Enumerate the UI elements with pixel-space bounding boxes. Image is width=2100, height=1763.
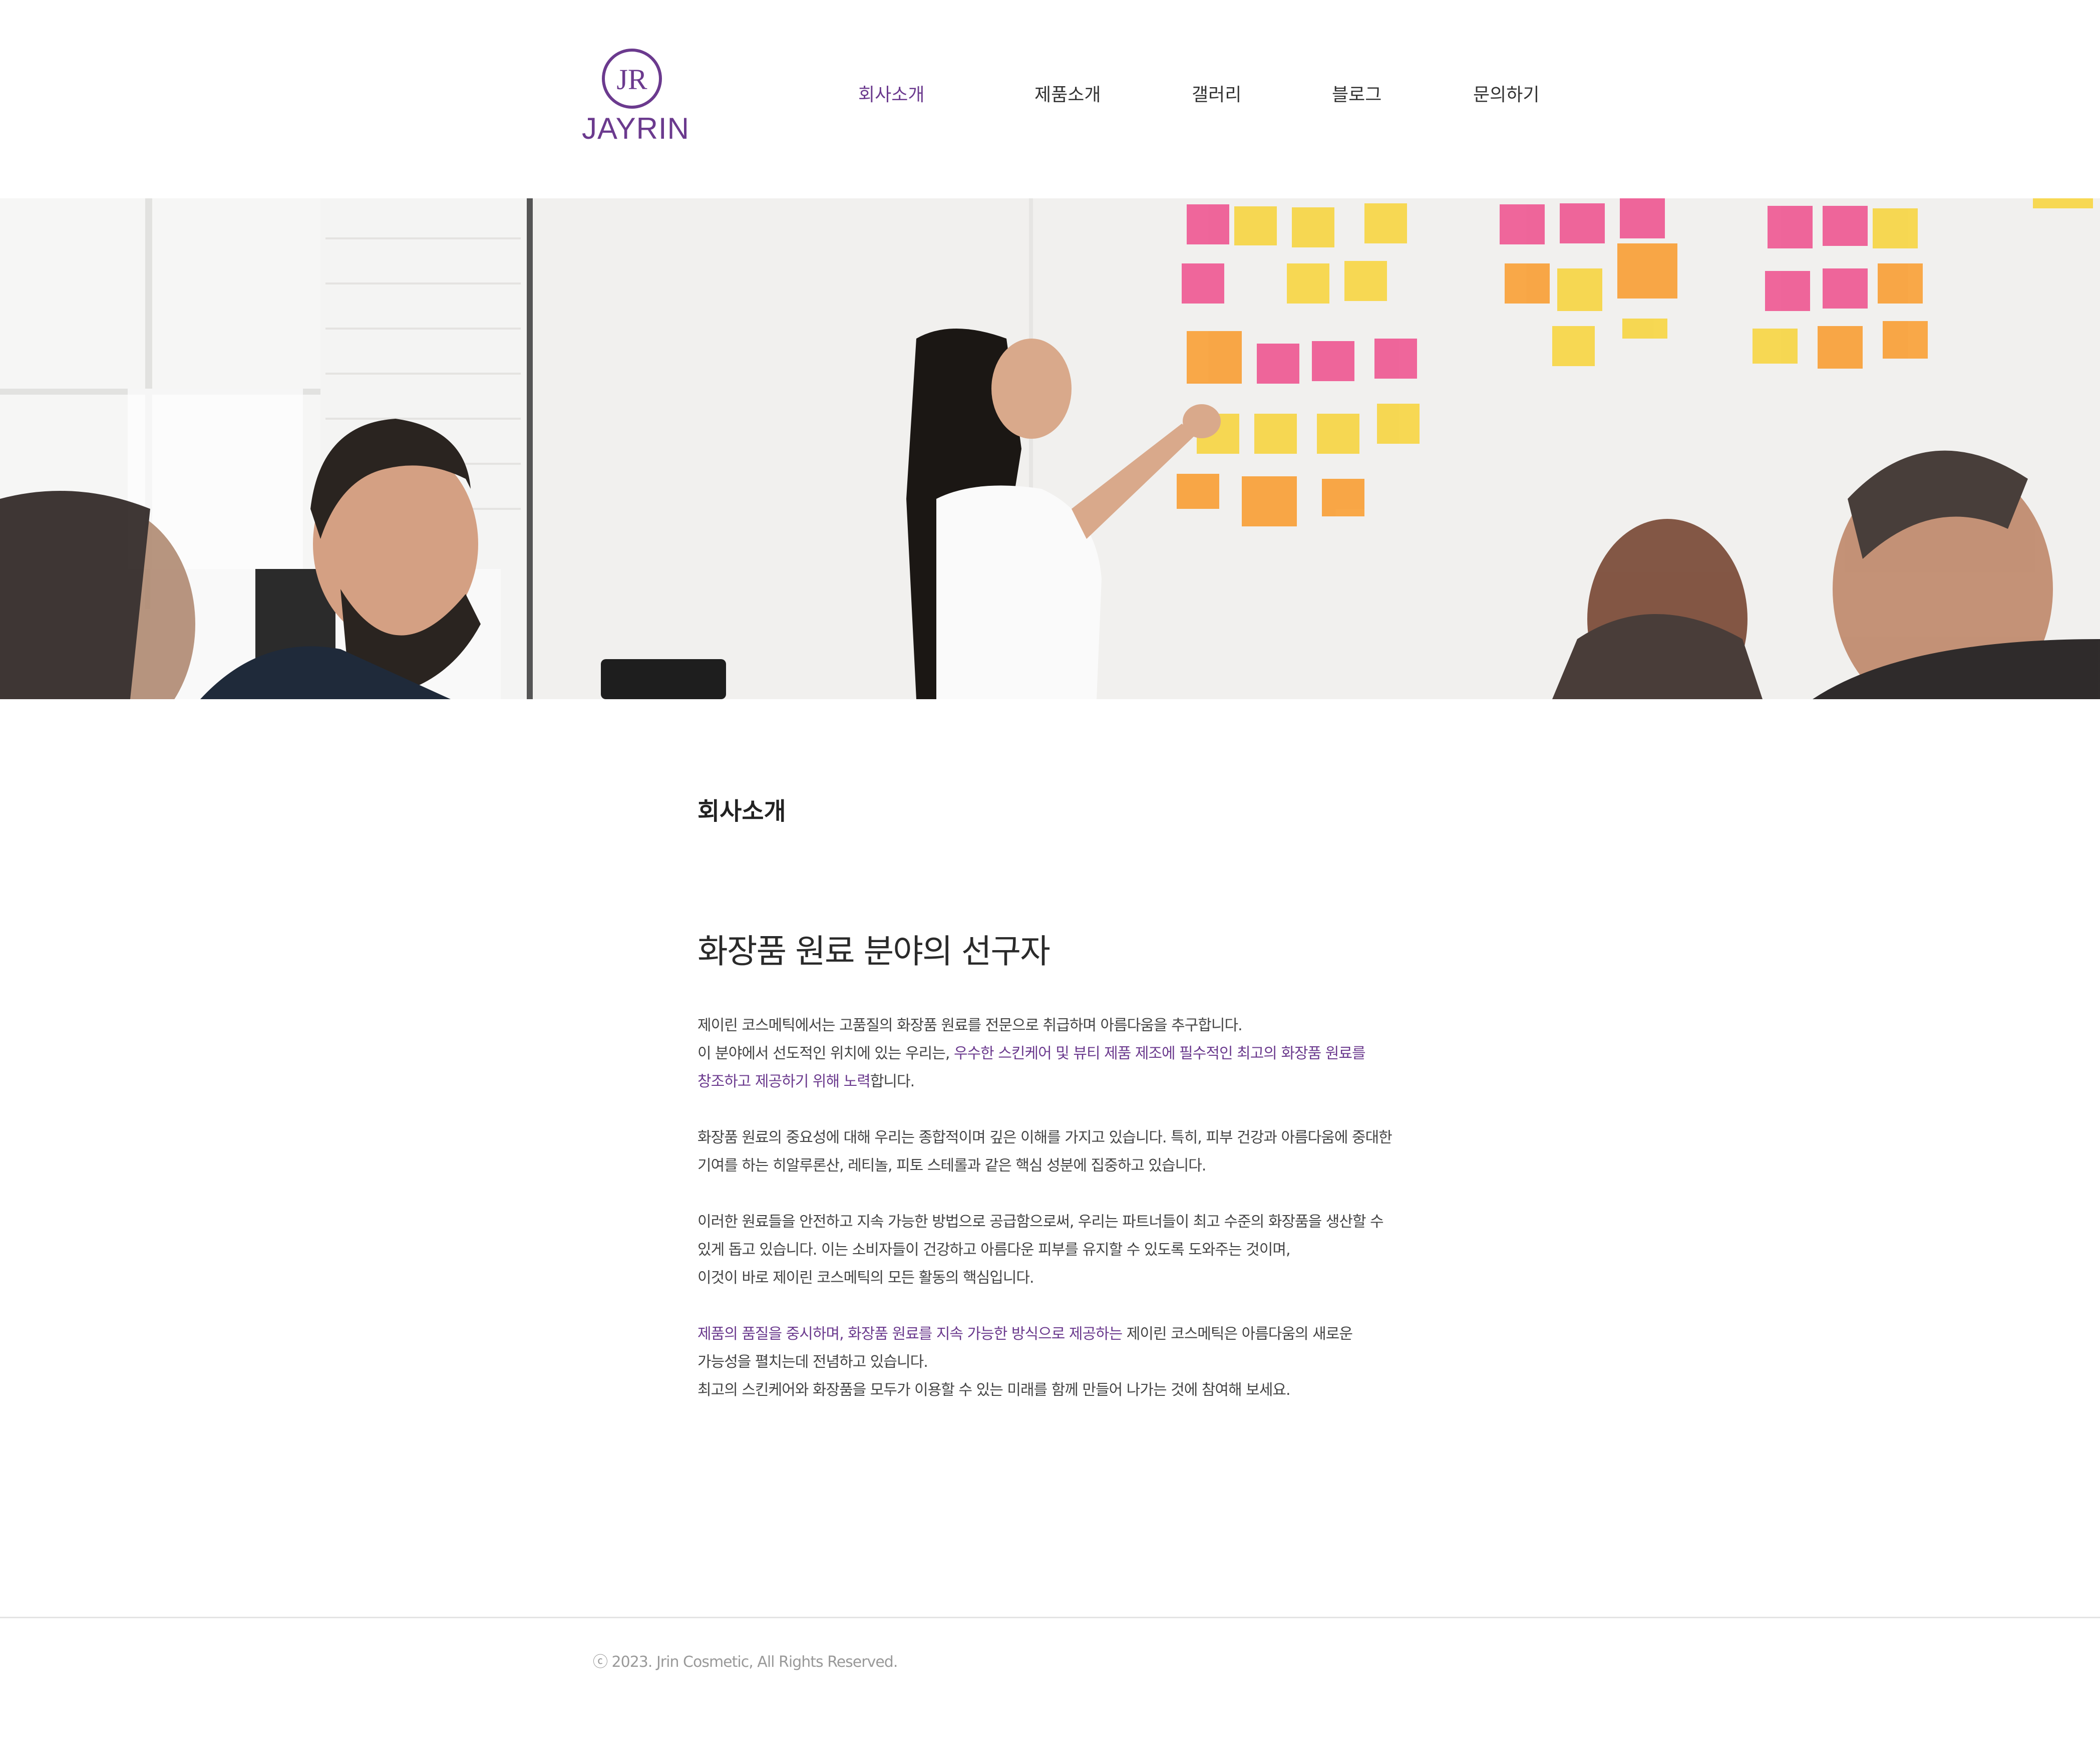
hero-image [0,198,2100,699]
nav-item-contact[interactable]: 문의하기 [1473,80,1539,106]
page: JR JAYRIN 회사소개 제품소개 갤러리 블로그 문의하기 회사소개 화장… [0,0,2100,1763]
logo-text: JAYRIN [582,112,689,145]
about-body: 제이린 코스메틱에서는 고품질의 화장품 원료를 전문으로 취급하며 아름다움을… [697,1012,1409,1432]
about-paragraph: 제품의 품질을 중시하며, 화장품 원료를 지속 가능한 방식으로 제공하는 제… [697,1320,1409,1404]
paragraph-line: 가능성을 펼치는데 전념하고 있습니다. [697,1348,1409,1376]
meeting-photo-illustration [0,198,2100,699]
paragraph-line: 화장품 원료의 중요성에 대해 우리는 종합적이며 깊은 이해를 가지고 있습니… [697,1124,1409,1152]
about-section: 회사소개 화장품 원료 분야의 선구자 제이린 코스메틱에서는 고품질의 화장품… [697,791,1409,1399]
paragraph-line: 기여를 하는 히알루론산, 레티놀, 피토 스테롤과 같은 핵심 성분에 집중하… [697,1152,1409,1180]
line-text: 합니다. [870,1073,915,1090]
paragraph-line: 제이린 코스메틱에서는 고품질의 화장품 원료를 전문으로 취급하며 아름다움을… [697,1012,1409,1040]
paragraph-line: 있게 돕고 있습니다. 이는 소비자들이 건강하고 아름다운 피부를 유지할 수… [697,1236,1409,1264]
highlighted-text: 제품의 품질을 중시하며, 화장품 원료를 지속 가능한 방식으로 제공하는 [697,1325,1123,1343]
paragraph-line: 이 분야에서 선도적인 위치에 있는 우리는, 우수한 스킨케어 및 뷰티 제품… [697,1040,1409,1068]
paragraph-line: 이것이 바로 제이린 코스메틱의 모든 활동의 핵심입니다. [697,1264,1409,1292]
paragraph-line: 창조하고 제공하기 위해 노력합니다. [697,1068,1409,1096]
paragraph-line: 제품의 품질을 중시하며, 화장품 원료를 지속 가능한 방식으로 제공하는 제… [697,1320,1409,1348]
about-paragraph: 화장품 원료의 중요성에 대해 우리는 종합적이며 깊은 이해를 가지고 있습니… [697,1124,1409,1180]
line-text: 기여를 하는 히알루론산, 레티놀, 피토 스테롤과 같은 핵심 성분에 집중하… [697,1157,1206,1174]
footer-divider [0,1617,2100,1618]
line-text: 이것이 바로 제이린 코스메틱의 모든 활동의 핵심입니다. [697,1269,1034,1287]
copyright-notice: ⓒ 2023. Jrin Cosmetic, All Rights Reserv… [593,1649,898,1671]
line-text: 이러한 원료들을 안전하고 지속 가능한 방법으로 공급함으로써, 우리는 파트… [697,1213,1384,1231]
copyright-icon: ⓒ [593,1653,608,1671]
nav-item-products[interactable]: 제품소개 [1034,80,1101,106]
line-text: 제이린 코스메틱은 아름다움의 새로운 [1122,1325,1353,1343]
page-headline: 화장품 원료 분야의 선구자 [697,932,1051,971]
about-paragraph: 제이린 코스메틱에서는 고품질의 화장품 원료를 전문으로 취급하며 아름다움을… [697,1012,1409,1096]
nav-item-blog[interactable]: 블로그 [1332,80,1381,106]
paragraph-line: 이러한 원료들을 안전하고 지속 가능한 방법으로 공급함으로써, 우리는 파트… [697,1208,1409,1236]
about-paragraph: 이러한 원료들을 안전하고 지속 가능한 방법으로 공급함으로써, 우리는 파트… [697,1208,1409,1292]
main-nav: 회사소개 제품소개 갤러리 블로그 문의하기 [0,80,2100,115]
nav-item-company[interactable]: 회사소개 [858,80,924,106]
line-text: 있게 돕고 있습니다. 이는 소비자들이 건강하고 아름다운 피부를 유지할 수… [697,1241,1291,1259]
line-text: 화장품 원료의 중요성에 대해 우리는 종합적이며 깊은 이해를 가지고 있습니… [697,1129,1392,1146]
section-label: 회사소개 [697,797,786,825]
highlighted-text: 우수한 스킨케어 및 뷰티 제품 제조에 필수적인 최고의 화장품 원료를 [953,1045,1366,1062]
line-text: 가능성을 펼치는데 전념하고 있습니다. [697,1353,928,1371]
site-header: JR JAYRIN 회사소개 제품소개 갤러리 블로그 문의하기 [0,0,2100,198]
line-text: 이 분야에서 선도적인 위치에 있는 우리는, [697,1045,954,1062]
line-text: 제이린 코스메틱에서는 고품질의 화장품 원료를 전문으로 취급하며 아름다움을… [697,1017,1243,1034]
copyright-text: 2023. Jrin Cosmetic, All Rights Reserved… [607,1653,898,1671]
highlighted-text: 창조하고 제공하기 위해 노력 [697,1073,871,1090]
nav-item-gallery[interactable]: 갤러리 [1192,80,1241,106]
paragraph-line: 최고의 스킨케어와 화장품을 모두가 이용할 수 있는 미래를 함께 만들어 나… [697,1376,1409,1404]
line-text: 최고의 스킨케어와 화장품을 모두가 이용할 수 있는 미래를 함께 만들어 나… [697,1381,1291,1399]
